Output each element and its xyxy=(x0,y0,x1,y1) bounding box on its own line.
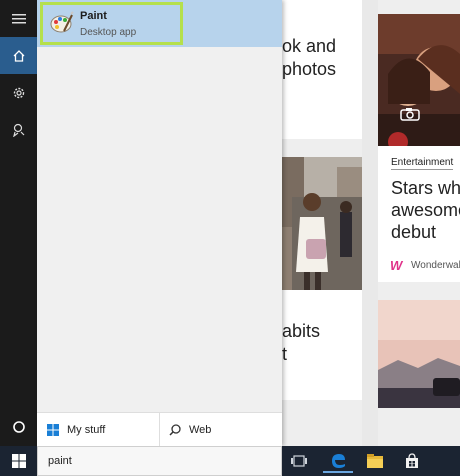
feature-headline-line-1: Stars who xyxy=(391,178,460,198)
home-icon xyxy=(13,49,24,62)
settings-gear-icon xyxy=(13,87,24,98)
landscape-photo[interactable] xyxy=(378,300,460,408)
source-logo: W xyxy=(390,258,403,273)
news-card-2-text-line-2: t xyxy=(282,344,288,364)
store-icon xyxy=(406,453,418,468)
sidebar-item-home[interactable] xyxy=(0,37,37,74)
my-stuff-filter-button[interactable]: My stuff xyxy=(47,413,157,447)
start-button[interactable] xyxy=(0,446,37,476)
search-icon xyxy=(169,424,181,436)
windows-logo-icon xyxy=(47,424,59,436)
windows-start-icon xyxy=(11,454,26,468)
feature-headline-line-3: debut xyxy=(391,222,437,242)
shopping-woman-photo[interactable] xyxy=(282,157,362,290)
category-label: Entertainment xyxy=(391,157,454,170)
taskbar: paint xyxy=(0,446,460,476)
selfie-photo-image xyxy=(378,14,460,146)
filter-divider xyxy=(159,413,160,447)
news-card-2-text-line-1: abits xyxy=(282,321,321,341)
search-filter-bar: My stuff Web xyxy=(37,412,282,447)
sidebar-item-settings[interactable] xyxy=(0,74,37,111)
sunset-car-image xyxy=(378,300,460,408)
feature-news-card[interactable]: Entertainment Stars who awesome debut W … xyxy=(378,14,460,282)
search-results-panel: Paint Desktop app My stuff Web xyxy=(37,0,282,447)
news-card-2[interactable]: abits t xyxy=(282,290,362,400)
news-card-1-text-line-2: photos xyxy=(282,59,337,79)
cortana-circle-icon xyxy=(12,420,25,433)
search-query-text: paint xyxy=(48,455,72,467)
feature-photo xyxy=(378,14,460,146)
source-name: Wonderwall xyxy=(411,260,460,271)
store-button[interactable] xyxy=(397,449,427,473)
task-view-button[interactable] xyxy=(284,449,314,473)
file-explorer-button[interactable] xyxy=(360,449,390,473)
feedback-icon xyxy=(12,123,24,137)
taskbar-search-box[interactable]: paint xyxy=(37,446,282,476)
cortana-sidebar xyxy=(0,0,37,446)
column-divider xyxy=(362,0,378,446)
file-explorer-icon xyxy=(367,454,383,468)
paint-palette-icon xyxy=(50,11,74,35)
web-filter-button[interactable]: Web xyxy=(169,413,279,447)
task-view-icon xyxy=(291,455,307,467)
web-label: Web xyxy=(189,424,212,436)
sidebar-item-feedback[interactable] xyxy=(0,111,37,148)
feature-headline-line-2: awesome xyxy=(391,200,460,220)
best-match-title: Paint xyxy=(80,10,107,22)
hamburger-menu-button[interactable] xyxy=(0,0,37,37)
cortana-button[interactable] xyxy=(0,408,37,445)
edge-browser-icon xyxy=(332,454,345,468)
camera-icon xyxy=(400,107,420,121)
best-match-subtitle: Desktop app xyxy=(80,27,137,38)
shopping-woman-image xyxy=(282,157,362,290)
news-card-1-text-line-1: ok and xyxy=(282,36,337,56)
best-match-result[interactable]: Paint Desktop app xyxy=(37,0,282,47)
hamburger-menu-icon xyxy=(11,13,26,23)
my-stuff-label: My stuff xyxy=(67,424,106,436)
edge-browser-button[interactable] xyxy=(323,449,353,473)
news-card-1[interactable]: ok and photos xyxy=(282,0,362,139)
